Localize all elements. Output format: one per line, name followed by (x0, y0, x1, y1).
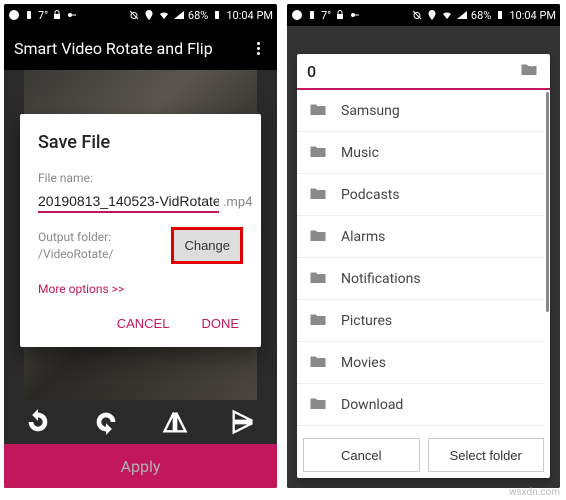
picker-select-button[interactable]: Select folder (428, 438, 545, 472)
main-content: 0 Samsung Music Podcasts Alarms Notification… (287, 26, 560, 488)
folder-row[interactable]: Samsung (297, 90, 544, 132)
filename-extension: .mp4 (223, 195, 252, 210)
status-time: 10:04 PM (509, 9, 556, 22)
output-folder-path: /VideoRotate/ (38, 246, 113, 263)
folder-icon (307, 100, 329, 122)
toolbar (4, 400, 277, 444)
folder-icon (307, 268, 329, 290)
folder-row[interactable]: Music (297, 132, 544, 174)
temp-icon (23, 9, 35, 21)
key-icon (349, 9, 361, 21)
folder-icon (307, 226, 329, 248)
filename-input[interactable] (38, 191, 219, 213)
flip-horizontal-button[interactable] (153, 400, 197, 444)
folder-label: Alarms (341, 229, 385, 245)
phone-left: 7° 68% 10:04 PM Smart Video Rotate and F… (4, 4, 277, 488)
watermark: wsxdn.com (509, 487, 560, 498)
wifi-icon (158, 9, 170, 21)
wifi-icon (441, 9, 453, 21)
folder-row[interactable]: Podcasts (297, 174, 544, 216)
folder-icon (307, 352, 329, 374)
folder-row[interactable]: Pictures (297, 300, 544, 342)
save-file-dialog: Save File File name: .mp4 Output folder:… (20, 114, 261, 347)
output-folder-text: Output folder: /VideoRotate/ (38, 229, 113, 263)
location-icon (143, 9, 155, 21)
filename-label: File name: (38, 171, 243, 185)
folder-row[interactable]: Movies (297, 342, 544, 384)
folder-label: Samsung (341, 103, 400, 119)
folder-row[interactable]: Download (297, 384, 544, 426)
signal-icon (456, 9, 468, 21)
folder-picker: 0 Samsung Music Podcasts Alarms Notification… (297, 54, 550, 478)
spotify-icon (8, 9, 20, 21)
spotify-icon (291, 9, 303, 21)
folder-icon (307, 142, 329, 164)
status-temp: 7° (321, 9, 331, 22)
more-options-link[interactable]: More options >> (38, 282, 124, 296)
status-bar: 7° 68% 10:04 PM (287, 4, 560, 26)
folder-label: Movies (341, 355, 386, 371)
signal-icon (173, 9, 185, 21)
folder-label: Pictures (341, 313, 392, 329)
phone-right: 7° 68% 10:04 PM 0 Samsung (287, 4, 560, 488)
folder-row[interactable]: DCIM (297, 426, 544, 432)
folder-icon (307, 184, 329, 206)
folder-label: Download (341, 397, 403, 413)
new-folder-icon[interactable] (518, 60, 540, 82)
app-title: Smart Video Rotate and Flip (14, 39, 213, 58)
folder-list[interactable]: Samsung Music Podcasts Alarms Notifications P… (297, 90, 550, 432)
rotate-cw-button[interactable] (84, 400, 128, 444)
status-battery: 68% (188, 9, 208, 22)
alarm-off-icon (128, 9, 140, 21)
key-icon (66, 9, 78, 21)
status-temp: 7° (38, 9, 48, 22)
temp-icon (306, 9, 318, 21)
status-bar: 7° 68% 10:04 PM (4, 4, 277, 26)
apply-button[interactable]: Apply (4, 444, 277, 488)
dialog-title: Save File (38, 132, 243, 153)
folder-icon (307, 310, 329, 332)
folder-row[interactable]: Alarms (297, 216, 544, 258)
lock-icon (334, 9, 346, 21)
picker-title: 0 (307, 62, 316, 81)
picker-header: 0 (297, 54, 550, 90)
status-time: 10:04 PM (226, 9, 273, 22)
scrollbar[interactable] (546, 92, 549, 312)
lock-icon (51, 9, 63, 21)
folder-row[interactable]: Notifications (297, 258, 544, 300)
alarm-off-icon (411, 9, 423, 21)
folder-label: Podcasts (341, 187, 400, 203)
output-folder-label: Output folder: (38, 229, 113, 246)
flip-vertical-button[interactable] (221, 400, 265, 444)
picker-cancel-button[interactable]: Cancel (303, 438, 420, 472)
location-icon (426, 9, 438, 21)
done-button[interactable]: DONE (197, 310, 243, 337)
rotate-ccw-button[interactable] (16, 400, 60, 444)
folder-icon (307, 394, 329, 416)
battery-icon (494, 9, 506, 21)
folder-label: Music (341, 145, 379, 161)
overflow-menu-icon[interactable] (249, 42, 267, 55)
status-battery: 68% (471, 9, 491, 22)
cancel-button[interactable]: CANCEL (113, 310, 174, 337)
folder-label: Notifications (341, 271, 421, 287)
change-button[interactable]: Change (171, 227, 243, 264)
battery-icon (211, 9, 223, 21)
app-bar: Smart Video Rotate and Flip (4, 26, 277, 70)
